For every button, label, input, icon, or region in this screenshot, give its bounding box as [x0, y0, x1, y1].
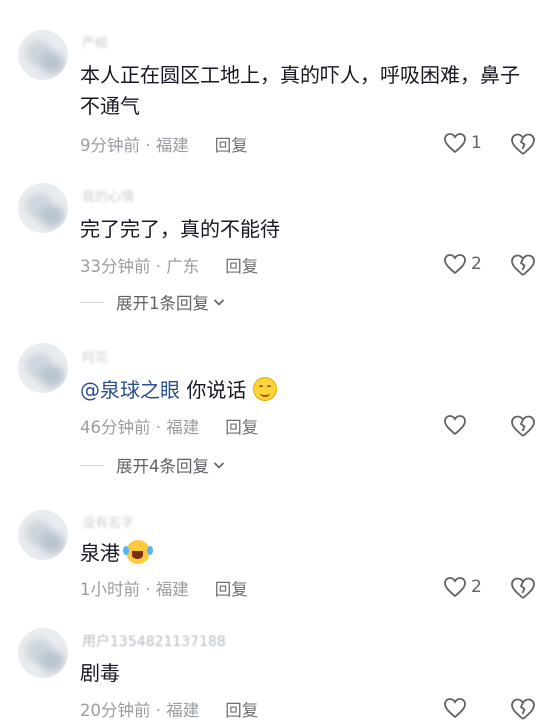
comment-location: 广东 — [166, 257, 200, 276]
comment-time: 33分钟前 — [80, 257, 151, 276]
like-count: 1 — [471, 133, 482, 153]
mention-link[interactable]: @泉球之眼 — [80, 378, 180, 402]
reply-button[interactable]: 回复 — [225, 418, 258, 437]
heart-outline-icon — [444, 698, 466, 719]
comment-text-body: 你说话 — [180, 378, 247, 402]
comment-username[interactable]: 用户1354821137188 — [82, 631, 226, 651]
reply-button[interactable]: 回复 — [215, 580, 248, 599]
expand-replies-label: 展开4条回复 — [116, 457, 209, 476]
comment-location: 福建 — [155, 136, 189, 155]
comment-time: 1小时前 — [80, 580, 140, 599]
comment-text: 剧毒 — [80, 661, 120, 685]
reply-button[interactable]: 回复 — [215, 136, 248, 155]
comment-meta: 33分钟前 · 广东 回复 — [80, 257, 259, 276]
comment-username[interactable]: 我的心情 — [82, 186, 134, 205]
comment-time: 46分钟前 — [80, 418, 151, 437]
comment-text: @泉球之眼 你说话 — [80, 375, 530, 406]
like-button[interactable]: 1 — [443, 132, 482, 154]
chevron-down-icon — [213, 462, 225, 469]
heart-outline-icon — [444, 415, 466, 436]
like-button[interactable] — [443, 697, 471, 719]
broken-heart-icon[interactable] — [510, 132, 536, 156]
avatar[interactable] — [18, 628, 68, 678]
comment-meta: 20分钟前 · 福建 回复 — [80, 701, 259, 720]
reply-button[interactable]: 回复 — [225, 701, 258, 720]
comment-text-body: 泉港 — [80, 541, 120, 565]
avatar[interactable] — [18, 510, 68, 560]
comment-username[interactable]: 阿花 — [82, 347, 108, 366]
expand-replies-button[interactable]: 展开1条回复 — [80, 290, 225, 314]
expand-replies-button[interactable]: 展开4条回复 — [80, 453, 225, 477]
comment-text: 泉港 — [80, 538, 530, 569]
heart-outline-icon — [444, 133, 466, 154]
chevron-down-icon — [213, 299, 225, 306]
like-count: 2 — [471, 254, 482, 274]
comment-meta: 9分钟前 · 福建 回复 — [80, 136, 248, 155]
broken-heart-icon[interactable] — [510, 576, 536, 600]
divider-line — [80, 464, 104, 466]
comment-meta: 46分钟前 · 福建 回复 — [80, 418, 259, 437]
comment-location: 福建 — [155, 580, 189, 599]
avatar[interactable] — [18, 30, 68, 80]
divider-line — [80, 301, 104, 303]
broken-heart-icon[interactable] — [510, 697, 536, 721]
laugh-cry-emoji — [123, 540, 154, 564]
comment-time: 9分钟前 — [80, 136, 140, 155]
avatar[interactable] — [18, 343, 68, 393]
expand-replies-label: 展开1条回复 — [116, 294, 209, 313]
broken-heart-icon[interactable] — [510, 253, 536, 277]
comment-username[interactable]: 严峻 — [82, 32, 108, 51]
heart-outline-icon — [444, 254, 466, 275]
comment-location: 福建 — [166, 701, 200, 720]
like-button[interactable]: 2 — [443, 576, 482, 598]
like-button[interactable] — [443, 414, 471, 436]
heart-outline-icon — [444, 577, 466, 598]
comment-username[interactable]: 没有名字 — [82, 512, 134, 531]
broken-heart-icon[interactable] — [510, 414, 536, 438]
reply-button[interactable]: 回复 — [225, 257, 258, 276]
comment-location: 福建 — [166, 418, 200, 437]
smile-emoji — [252, 377, 277, 401]
avatar[interactable] — [18, 183, 68, 233]
comment-text: 完了完了，真的不能待 — [80, 217, 280, 241]
like-button[interactable]: 2 — [443, 253, 482, 275]
like-count: 2 — [471, 577, 482, 597]
comment-text: 本人正在圆区工地上，真的吓人，呼吸困难，鼻子不通气 — [80, 63, 520, 118]
comment-time: 20分钟前 — [80, 701, 151, 720]
comment-meta: 1小时前 · 福建 回复 — [80, 580, 248, 599]
